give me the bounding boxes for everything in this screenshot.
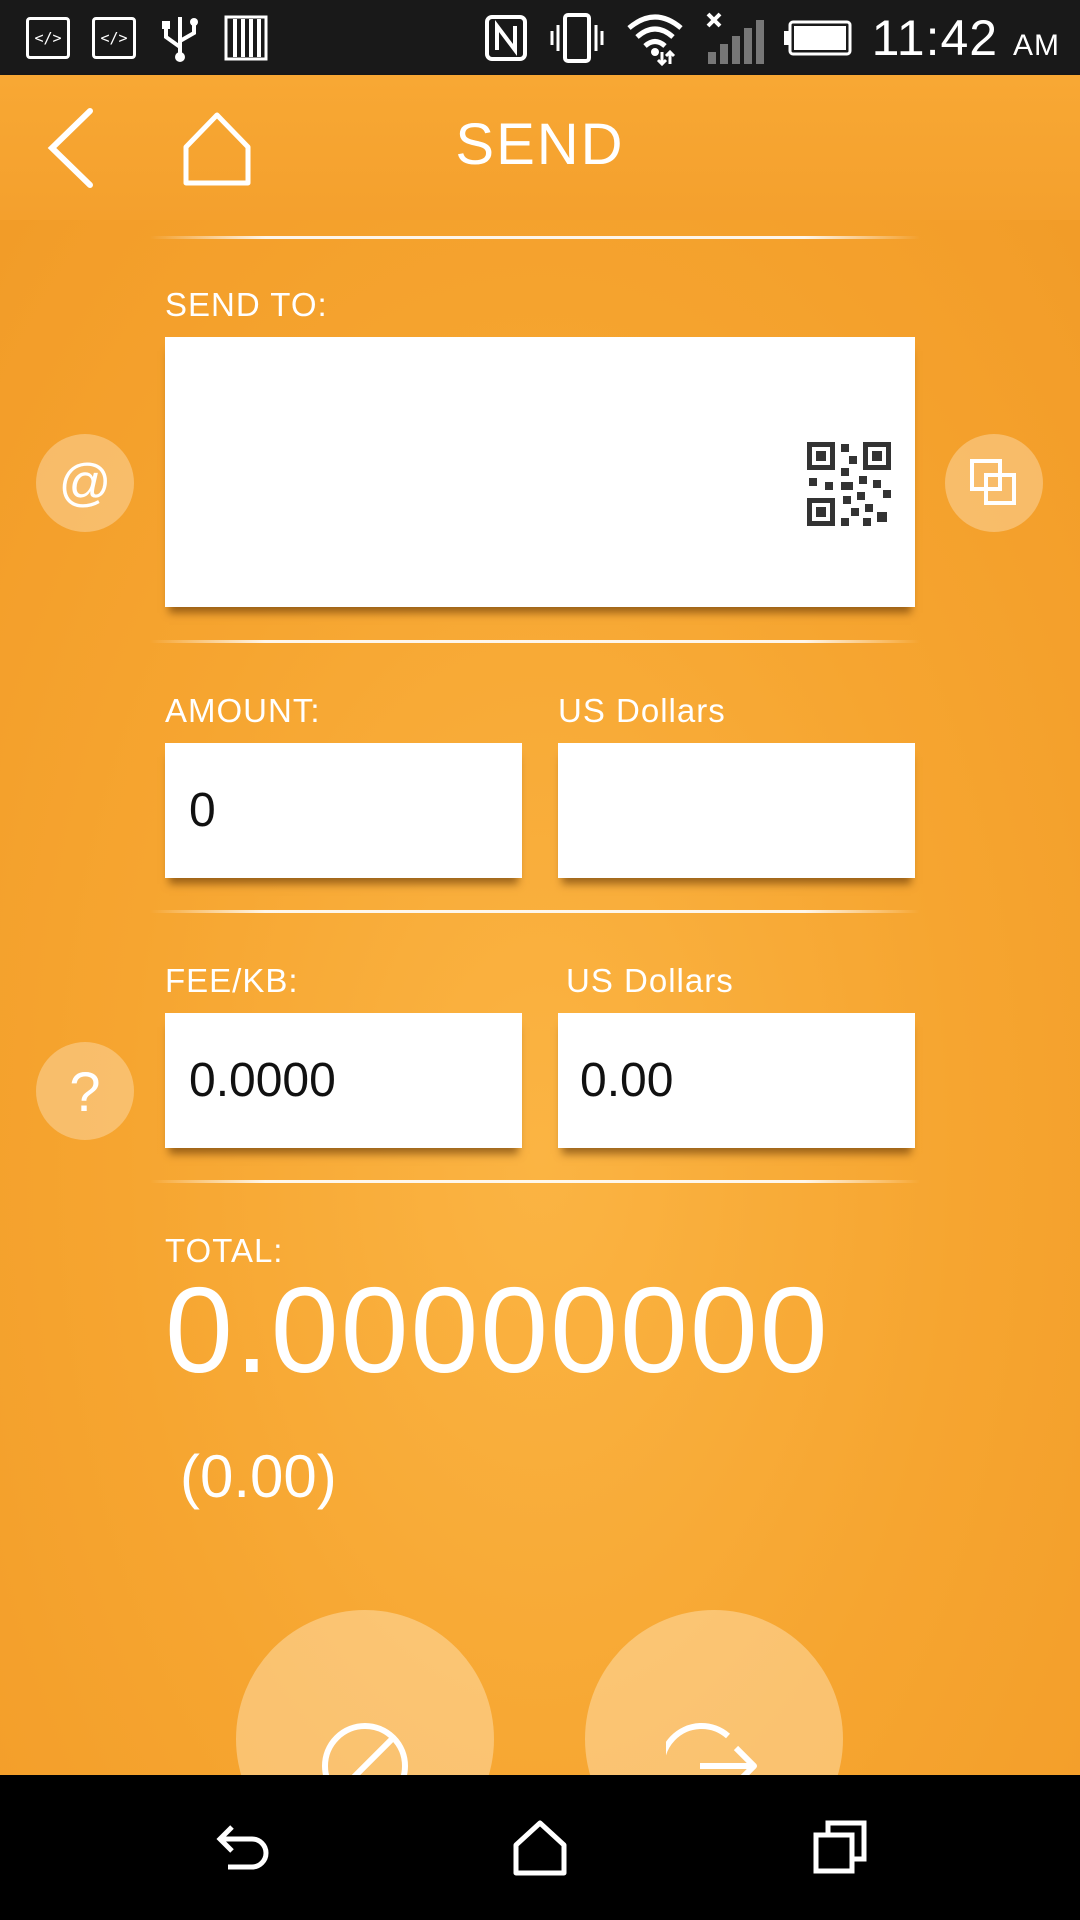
status-right-icons: 11:42 AM — [484, 8, 1060, 68]
qr-code-icon[interactable] — [807, 442, 891, 526]
clock: 11:42 AM — [872, 9, 1060, 67]
fee-usd-label: US Dollars — [566, 962, 734, 999]
usb-icon — [162, 17, 198, 62]
amount-label: AMOUNT: — [165, 692, 321, 729]
clock-ampm: AM — [1013, 29, 1060, 62]
nav-back-icon[interactable] — [208, 1815, 272, 1879]
send-to-field[interactable] — [165, 337, 915, 607]
nav-home-icon[interactable] — [508, 1815, 572, 1879]
storage-icon — [224, 15, 268, 61]
contacts-button[interactable]: @ — [36, 434, 134, 532]
vibrate-icon — [550, 13, 604, 63]
status-left-icons: </> </> — [26, 14, 268, 62]
amount-input[interactable]: 0 — [165, 743, 522, 878]
nfc-icon — [484, 15, 527, 61]
divider — [150, 910, 920, 913]
send-to-label: SEND TO: — [165, 286, 328, 323]
clock-time: 11:42 — [871, 10, 999, 66]
divider — [150, 1180, 920, 1183]
system-nav-bar — [0, 1775, 1080, 1920]
send-form: SEND TO: @ AMOUNT: US Dollars 0 FEE/KB: … — [0, 220, 1080, 1868]
divider — [150, 236, 920, 239]
nav-recents-icon[interactable] — [808, 1815, 872, 1879]
wifi-icon — [627, 14, 683, 66]
app-bar: SEND — [0, 75, 1080, 220]
fee-input[interactable]: 0.0000 — [165, 1013, 522, 1148]
total-value: 0.00000000 — [165, 1262, 830, 1398]
fee-help-button[interactable]: ? — [36, 1042, 134, 1140]
fee-usd-input[interactable]: 0.00 — [558, 1013, 915, 1148]
dev-tools-icon: </> — [26, 17, 70, 59]
signal-icon — [706, 12, 764, 64]
dev-tools-icon-2: </> — [92, 17, 136, 59]
question-icon: ? — [69, 1059, 101, 1123]
page-title: SEND — [455, 112, 625, 177]
amount-usd-input[interactable] — [558, 743, 915, 878]
status-bar: </> </> 11:42 AM — [0, 0, 1080, 75]
at-sign-icon: @ — [58, 454, 112, 512]
divider — [150, 640, 920, 643]
amount-usd-label: US Dollars — [558, 692, 726, 729]
fee-label: FEE/KB: — [165, 962, 299, 999]
copy-icon — [970, 459, 1016, 505]
total-usd-value: (0.00) — [180, 1443, 337, 1510]
paste-button[interactable] — [945, 434, 1043, 532]
battery-icon — [783, 20, 852, 56]
